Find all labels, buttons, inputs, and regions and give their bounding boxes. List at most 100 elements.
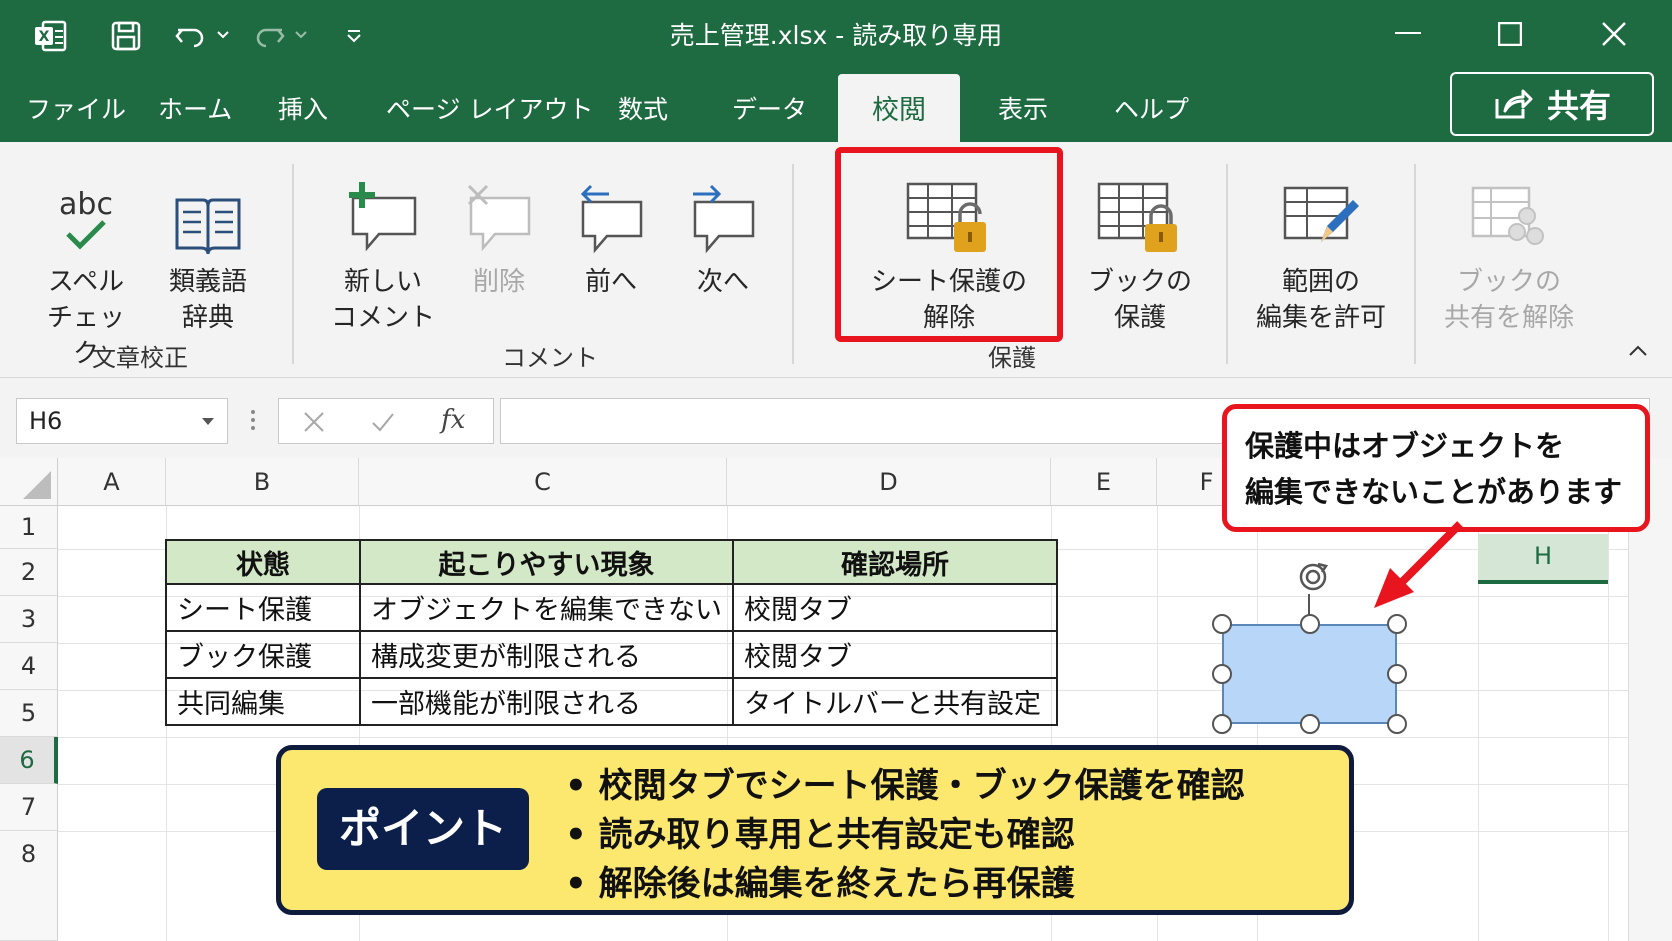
enter-icon[interactable] xyxy=(371,411,395,433)
row-header-7[interactable]: 7 xyxy=(0,784,58,831)
point-item: 校閲タブでシート保護・ブック保護を確認 xyxy=(565,762,1245,811)
chevron-down-icon[interactable] xyxy=(201,417,215,427)
new-comment-button[interactable]: 新しい コメント xyxy=(328,162,438,336)
thesaurus-button[interactable]: 類義語 辞典 xyxy=(156,162,260,336)
column-header-e[interactable]: E xyxy=(1051,458,1157,506)
resize-handle[interactable] xyxy=(1212,714,1232,734)
table-header-row: 状態 起こりやすい現象 確認場所 xyxy=(165,539,1058,585)
column-header-d[interactable]: D xyxy=(727,458,1051,506)
column-header-a[interactable]: A xyxy=(58,458,166,506)
minimize-icon[interactable] xyxy=(1378,14,1438,54)
table-cell[interactable]: シート保護 xyxy=(165,583,361,632)
resize-handle[interactable] xyxy=(1387,614,1407,634)
table-header-cell[interactable]: 状態 xyxy=(165,539,361,585)
table-header-cell[interactable]: 起こりやすい現象 xyxy=(359,539,734,585)
tab-formulas[interactable]: 数式 xyxy=(618,90,668,126)
table-cell[interactable]: タイトルバーと共有設定 xyxy=(732,677,1058,726)
callout-line-1: 保護中はオブジェクトを xyxy=(1245,429,1565,463)
ribbon-separator xyxy=(1414,164,1416,364)
point-label: ポイント xyxy=(317,788,529,870)
new-comment-icon xyxy=(349,182,417,252)
protect-workbook-button[interactable]: ブックの 保護 xyxy=(1080,162,1200,336)
thesaurus-label-2: 辞典 xyxy=(181,303,234,333)
next-comment-label: 次へ xyxy=(696,267,749,297)
group-proofing-label: 文章校正 xyxy=(92,344,188,372)
svg-text:abc: abc xyxy=(59,187,113,222)
delete-comment-icon xyxy=(467,184,531,252)
close-icon[interactable] xyxy=(1584,14,1644,54)
row-header-3[interactable]: 3 xyxy=(0,596,58,643)
maximize-icon[interactable] xyxy=(1480,14,1540,54)
insert-function-button[interactable]: fx xyxy=(441,405,465,435)
column-header-b[interactable]: B xyxy=(166,458,359,506)
tab-insert[interactable]: 挿入 xyxy=(278,90,328,126)
resize-handle[interactable] xyxy=(1300,714,1320,734)
tab-data[interactable]: データ xyxy=(732,90,807,126)
grid-line xyxy=(1608,506,1609,941)
column-header-c[interactable]: C xyxy=(359,458,727,506)
allow-edit-ranges-button[interactable]: 範囲の 編集を許可 xyxy=(1246,162,1396,336)
collapse-ribbon-icon[interactable] xyxy=(1628,342,1648,361)
table-cell[interactable]: 共同編集 xyxy=(165,677,361,726)
row-header-1[interactable]: 1 xyxy=(0,506,58,549)
resize-handle[interactable] xyxy=(1300,614,1320,634)
tab-view[interactable]: 表示 xyxy=(998,90,1048,126)
unshare-workbook-button[interactable]: ブックの 共有を解除 xyxy=(1434,162,1584,336)
more-options-icon[interactable] xyxy=(250,408,256,436)
ribbon-separator xyxy=(792,164,794,364)
delete-comment-label: 削除 xyxy=(472,267,525,297)
point-list: 校閲タブでシート保護・ブック保護を確認 読み取り専用と共有設定も確認 解除後は編… xyxy=(565,762,1245,909)
table-header-cell[interactable]: 確認場所 xyxy=(732,539,1058,585)
spell-check-label-1: スペル xyxy=(47,267,125,297)
tab-help[interactable]: ヘルプ xyxy=(1114,90,1189,126)
resize-handle[interactable] xyxy=(1387,664,1407,684)
resize-handle[interactable] xyxy=(1387,714,1407,734)
table-cell[interactable]: 一部機能が制限される xyxy=(359,677,734,726)
new-comment-label-1: 新しい xyxy=(343,267,422,297)
warning-callout: 保護中はオブジェクトを 編集できないことがあります xyxy=(1222,404,1650,532)
protect-workbook-icon xyxy=(1097,182,1177,252)
allow-edit-ranges-icon xyxy=(1283,186,1359,242)
previous-comment-icon xyxy=(580,184,643,254)
table-cell[interactable]: 校閲タブ xyxy=(732,583,1058,632)
point-box: ポイント 校閲タブでシート保護・ブック保護を確認 読み取り専用と共有設定も確認 … xyxy=(276,745,1354,915)
rotate-handle-icon[interactable] xyxy=(1296,560,1330,598)
unshare-workbook-icon xyxy=(1471,186,1544,245)
tab-review[interactable]: 校閲 xyxy=(838,74,960,142)
row-header-5[interactable]: 5 xyxy=(0,690,58,737)
table-cell[interactable]: 校閲タブ xyxy=(732,630,1058,679)
table-cell[interactable]: オブジェクトを編集できない xyxy=(359,583,734,632)
ribbon-tabs: ファイル ホーム 挿入 ページ レイアウト 数式 データ 校閲 表示 ヘルプ 共… xyxy=(0,72,1672,142)
point-item: 解除後は編集を終えたら再保護 xyxy=(565,860,1245,909)
tab-file[interactable]: ファイル xyxy=(26,90,126,126)
tab-home[interactable]: ホーム xyxy=(158,90,232,126)
tab-page-layout[interactable]: ページ レイアウト xyxy=(386,90,593,126)
delete-comment-button[interactable]: 削除 xyxy=(460,162,538,300)
previous-comment-label: 前へ xyxy=(584,267,637,297)
row-header-2[interactable]: 2 xyxy=(0,549,58,596)
protect-workbook-label-1: ブックの xyxy=(1087,267,1192,297)
name-box[interactable]: H6 xyxy=(16,398,228,444)
unshare-workbook-label-2: 共有を解除 xyxy=(1443,303,1574,333)
next-comment-button[interactable]: 次へ xyxy=(684,162,762,300)
status-table: 状態 起こりやすい現象 確認場所 シート保護 オブジェクトを編集できない 校閲タ… xyxy=(165,539,1058,726)
allow-edit-ranges-label-2: 編集を許可 xyxy=(1255,303,1386,333)
row-header-4[interactable]: 4 xyxy=(0,643,58,690)
table-cell[interactable]: 構成変更が制限される xyxy=(359,630,734,679)
rectangle-shape[interactable] xyxy=(1222,624,1397,724)
resize-handle[interactable] xyxy=(1212,664,1232,684)
new-comment-label-2: コメント xyxy=(330,303,435,333)
row-header-8[interactable]: 8 xyxy=(0,831,58,941)
row-header-6[interactable]: 6 xyxy=(0,737,58,784)
table-cell[interactable]: ブック保護 xyxy=(165,630,361,679)
spell-check-icon: abc xyxy=(59,187,113,250)
group-comments-label: コメント xyxy=(502,344,598,372)
cancel-icon[interactable] xyxy=(303,411,325,433)
resize-handle[interactable] xyxy=(1212,614,1232,634)
selected-cell-h[interactable]: H xyxy=(1478,534,1608,584)
title-bar: X 売上管理.xlsx - 読み取り専用 xyxy=(0,0,1672,72)
share-button[interactable]: 共有 xyxy=(1450,72,1654,136)
previous-comment-button[interactable]: 前へ xyxy=(572,162,650,300)
select-all-button[interactable] xyxy=(0,458,58,506)
next-comment-icon xyxy=(693,184,755,254)
